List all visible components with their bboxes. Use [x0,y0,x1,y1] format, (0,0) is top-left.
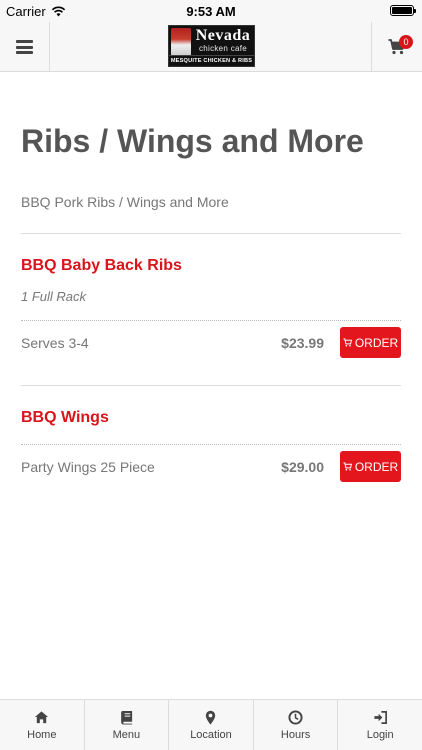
nav-label-home: Home [27,728,57,741]
item-divider [21,385,401,386]
option-price: $29.00 [281,459,324,475]
sign-in-icon [373,710,388,725]
menu-item-title: BBQ Baby Back Ribs [21,257,182,274]
menu-toggle-button[interactable] [0,22,50,72]
logo-subline: MESQUITE CHICKEN & RIBS [169,55,254,65]
map-pin-icon [203,710,218,725]
home-icon [34,710,49,725]
section-divider [21,233,401,234]
battery-icon [390,5,416,16]
logo-name: Nevada [195,27,251,44]
nav-item-menu[interactable]: Menu [85,700,170,750]
option-label: Serves 3-4 [21,335,89,351]
option-label: Party Wings 25 Piece [21,459,155,475]
clock-time: 9:53 AM [186,4,236,19]
nav-item-hours[interactable]: Hours [254,700,339,750]
cart-button[interactable]: 0 [371,22,422,72]
order-button[interactable]: ORDER [340,451,401,482]
book-icon [119,710,134,725]
nav-item-login[interactable]: Login [338,700,422,750]
order-button[interactable]: ORDER [340,327,401,358]
option-price: $23.99 [281,335,324,351]
nav-item-location[interactable]: Location [169,700,254,750]
cart-icon [343,462,352,471]
nav-item-home[interactable]: Home [0,700,85,750]
restaurant-logo[interactable]: Nevada chicken cafe MESQUITE CHICKEN & R… [168,25,255,67]
page-subtitle: BBQ Pork Ribs / Wings and More [21,194,229,210]
order-button-label: ORDER [354,459,399,474]
logo-tagline: chicken cafe [198,44,248,53]
clock-icon [288,709,303,725]
dotted-divider [21,320,401,321]
cart-count-badge: 0 [399,35,413,49]
nav-label-menu: Menu [112,728,141,741]
menu-item-title: BBQ Wings [21,409,109,426]
cart-icon [343,338,352,347]
status-bar: Carrier 9:53 AM [0,0,422,22]
order-button-label: ORDER [354,335,399,350]
nav-label-hours: Hours [280,728,311,741]
nav-label-location: Location [190,728,232,741]
nav-label-login: Login [366,728,394,741]
menu-item-description: 1 Full Rack [21,289,87,304]
page-title: Ribs / Wings and More [21,123,364,159]
hamburger-icon [16,40,33,54]
dotted-divider [21,444,401,445]
logo-photo [171,28,191,56]
app-header: Nevada chicken cafe MESQUITE CHICKEN & R… [0,22,422,72]
bottom-nav: Home Menu Location Hours Login [0,699,422,750]
